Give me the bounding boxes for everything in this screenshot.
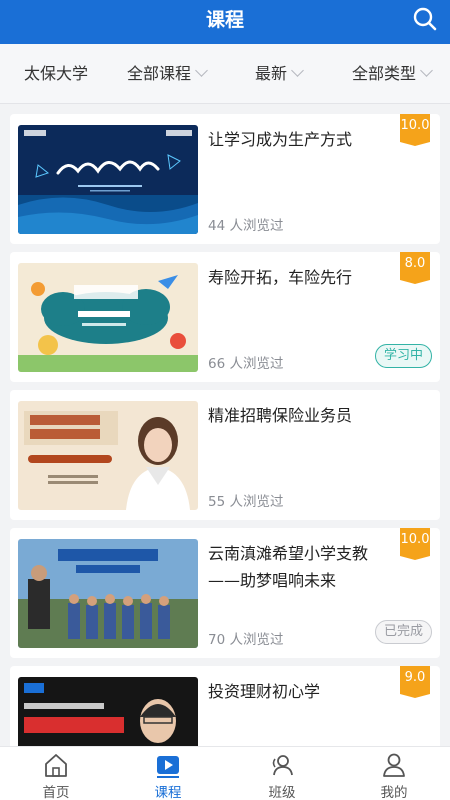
tab-class[interactable]: 班级 [226, 747, 338, 800]
view-count: 44 人浏览过 [208, 218, 284, 234]
course-card[interactable]: 精准招聘保险业务员 55 人浏览过 [10, 390, 440, 520]
play-video-icon [157, 756, 179, 778]
course-thumbnail [18, 539, 198, 648]
filter-sort[interactable]: 最新 [255, 44, 304, 104]
course-thumbnail [18, 677, 198, 746]
course-title: 让学习成为生产方式 [208, 130, 353, 149]
course-thumbnail [18, 263, 198, 372]
tab-me[interactable]: 我的 [338, 747, 450, 800]
home-icon [45, 754, 67, 777]
tab-home-label: 首页 [42, 785, 70, 800]
learning-status-badge: 学习中 [374, 344, 432, 368]
course-card[interactable]: 云南滇滩希望小学支教——助梦唱响未来 70 人浏览过 10.0 已完成 [10, 528, 440, 658]
course-list: 让学习成为生产方式 44 人浏览过 10.0 寿险开拓，车险先行 66 人浏览过… [0, 106, 450, 746]
class-group-icon [272, 755, 293, 776]
course-title: 云南滇滩希望小学支教——助梦唱响未来 [208, 544, 369, 590]
tab-courses-label: 课程 [154, 785, 182, 800]
top-header: 课程 [0, 0, 450, 44]
tab-class-label: 班级 [268, 785, 296, 800]
bottom-tab-bar: 首页 课程 班级 我的 [0, 746, 450, 800]
page-title: 课程 [205, 9, 244, 31]
filter-university-label: 太保大学 [24, 64, 89, 83]
course-title: 寿险开拓，车险先行 [208, 268, 353, 287]
view-count: 66 人浏览过 [208, 356, 284, 372]
course-thumbnail [18, 401, 198, 510]
tab-me-label: 我的 [380, 785, 408, 800]
filter-course-scope[interactable]: 全部课程 [127, 44, 208, 104]
view-count: 55 人浏览过 [208, 494, 284, 510]
score-badge: 8.0 [400, 252, 430, 284]
filter-type-label: 全部类型 [352, 64, 417, 83]
user-profile-icon [383, 753, 405, 777]
course-card[interactable]: 投资理财初心学 9.0 [10, 666, 440, 746]
search-icon[interactable] [412, 6, 438, 32]
chevron-down-icon [195, 64, 208, 77]
course-title: 投资理财初心学 [208, 682, 321, 701]
course-card[interactable]: 让学习成为生产方式 44 人浏览过 10.0 [10, 114, 440, 244]
view-count: 70 人浏览过 [208, 632, 284, 648]
filter-type[interactable]: 全部类型 [352, 44, 433, 104]
course-title: 精准招聘保险业务员 [208, 406, 353, 425]
filter-sort-label: 最新 [255, 64, 288, 83]
score-badge: 10.0 [400, 528, 430, 560]
course-thumbnail [18, 125, 198, 234]
tab-courses[interactable]: 课程 [112, 747, 224, 800]
filter-university[interactable]: 太保大学 [24, 44, 88, 104]
chevron-down-icon [420, 64, 433, 77]
filter-bar: 太保大学 全部课程 最新 全部类型 [0, 44, 450, 104]
score-badge: 9.0 [400, 666, 430, 698]
tab-home[interactable]: 首页 [0, 747, 112, 800]
score-badge: 10.0 [400, 114, 430, 146]
filter-course-scope-label: 全部课程 [127, 64, 192, 83]
chevron-down-icon [291, 64, 304, 77]
course-card[interactable]: 寿险开拓，车险先行 66 人浏览过 8.0 学习中 [10, 252, 440, 382]
completed-status-badge: 已完成 [374, 620, 432, 644]
